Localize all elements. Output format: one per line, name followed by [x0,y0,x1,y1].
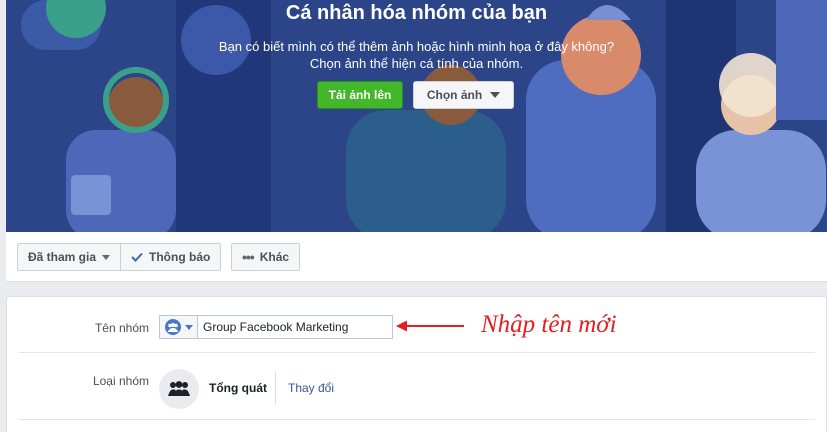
group-cover-banner: Cá nhân hóa nhóm của bạn Bạn có biết mìn… [6,0,827,232]
choose-photo-label: Chọn ảnh [426,88,483,102]
group-settings-card: Tên nhóm Nhập tên mới Loại nhóm Tổng quá… [6,296,827,432]
group-name-label: Tên nhóm [94,321,149,335]
divider [275,371,276,405]
notifications-button[interactable]: Thông báo [120,244,220,270]
cover-title: Cá nhân hóa nhóm của bạn [285,2,548,24]
chevron-down-icon [490,92,501,98]
more-label: Khác [259,250,290,264]
group-type-label: Loại nhóm [92,374,149,388]
choose-photo-button[interactable]: Chọn ảnh [413,81,514,109]
row-divider [19,419,815,420]
notifications-label: Thông báo [149,250,211,264]
annotation-arrow-icon [396,320,464,332]
joined-button[interactable]: Đã tham gia [18,244,120,270]
change-group-type-link[interactable]: Thay đổi [288,381,334,395]
privacy-selector[interactable] [160,316,198,338]
group-action-bar: Đã tham gia Thông báo ••• Khác [6,232,827,282]
group-type-icon [159,369,199,409]
group-name-field [159,315,393,339]
chevron-down-icon [102,254,111,260]
upload-photo-button[interactable]: Tải ảnh lên [317,81,403,109]
chevron-down-icon [185,324,193,330]
more-dots-icon: ••• [242,249,255,265]
row-divider [19,352,815,353]
cover-illustration [6,0,827,232]
checkmark-icon [131,252,143,262]
membership-button-group: Đã tham gia Thông báo [17,243,222,271]
joined-label: Đã tham gia [28,250,97,264]
cover-description-line-1: Bạn có biết mình có thể thêm ảnh hoặc hì… [218,39,615,54]
more-button[interactable]: ••• Khác [231,243,301,271]
group-privacy-icon [165,319,181,335]
cover-description: Bạn có biết mình có thể thêm ảnh hoặc hì… [6,38,827,72]
group-type-value: Tổng quát [209,381,267,395]
annotation-text: Nhập tên mới [481,311,617,338]
group-name-input[interactable] [198,316,378,338]
cover-description-line-2: Chọn ảnh thể hiện cá tính của nhóm. [309,56,524,71]
